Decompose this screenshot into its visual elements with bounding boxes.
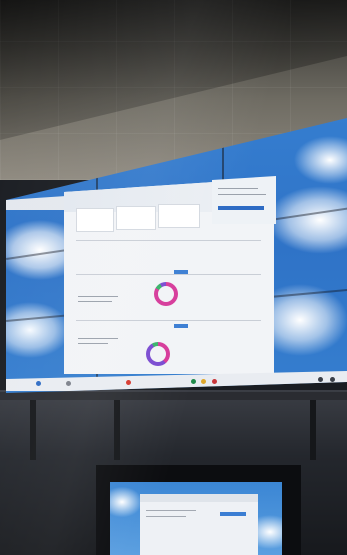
- taskbar: [6, 371, 347, 391]
- section-link[interactable]: [174, 270, 188, 274]
- stat-card[interactable]: [76, 208, 114, 232]
- mount-post: [30, 400, 36, 460]
- browser-tabstrip: [6, 196, 66, 210]
- stat-card[interactable]: [116, 206, 156, 230]
- text-line: [218, 194, 266, 195]
- app-icon[interactable]: [212, 379, 217, 384]
- volume-icon[interactable]: [330, 377, 335, 382]
- divider: [76, 320, 261, 321]
- text-line: [218, 188, 258, 189]
- side-panel: [212, 176, 276, 224]
- text-line: [78, 338, 118, 339]
- app-header: [140, 494, 258, 502]
- text-line: [78, 296, 118, 297]
- chrome-icon[interactable]: [126, 380, 131, 385]
- lower-monitor-app: [140, 494, 258, 555]
- mount-bar: [0, 392, 347, 400]
- edge-icon[interactable]: [191, 379, 196, 384]
- mount-post: [114, 400, 120, 460]
- text-line: [78, 343, 108, 344]
- search-icon[interactable]: [66, 381, 71, 386]
- windows-start-icon[interactable]: [36, 381, 41, 386]
- primary-button[interactable]: [220, 512, 246, 516]
- stat-card[interactable]: [158, 204, 200, 228]
- donut-chart: [146, 342, 170, 366]
- text-line: [146, 516, 186, 517]
- section-link[interactable]: [174, 324, 188, 328]
- donut-chart: [154, 282, 178, 306]
- primary-button[interactable]: [218, 206, 264, 210]
- divider: [76, 274, 261, 275]
- mount-post: [310, 400, 316, 460]
- wifi-icon[interactable]: [318, 377, 323, 382]
- text-line: [146, 510, 196, 511]
- divider: [76, 240, 261, 241]
- text-line: [78, 301, 112, 302]
- folder-icon[interactable]: [201, 379, 206, 384]
- photo-scene: [0, 0, 347, 555]
